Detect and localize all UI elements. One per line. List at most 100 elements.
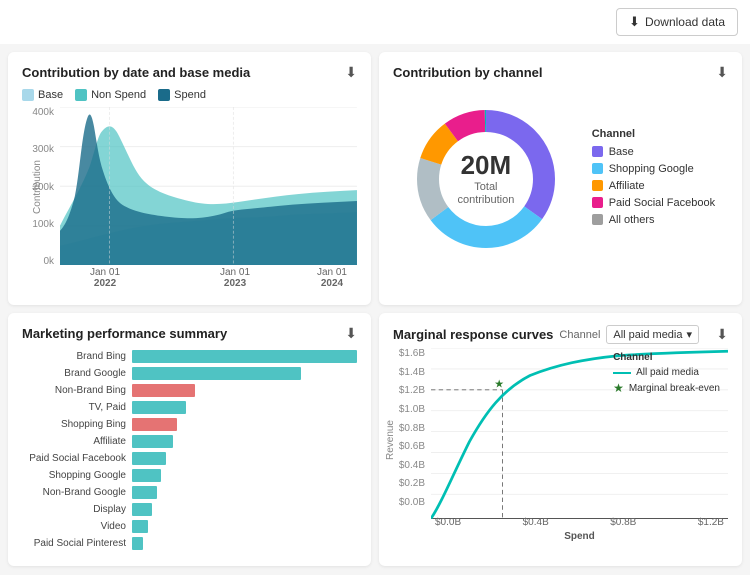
card3-header: Marketing performance summary ⬇ [22, 325, 357, 342]
channel-affiliate-label: Affiliate [609, 180, 645, 192]
channel-all-others: All others [592, 214, 715, 226]
bar-track [132, 401, 357, 414]
channel-shopping-google-label: Shopping Google [609, 163, 694, 175]
svg-text:★: ★ [494, 379, 504, 391]
bar-track [132, 418, 357, 431]
bar-row: Paid Social Pinterest [22, 537, 357, 550]
card1-title: Contribution by date and base media [22, 65, 250, 80]
bar-label: Paid Social Facebook [22, 453, 132, 464]
legend-base-label: Base [38, 89, 63, 101]
download-label: Download data [645, 15, 725, 29]
legend-spend-label: Spend [174, 89, 206, 101]
mrc-header: Marginal response curves Channel All pai… [393, 325, 728, 344]
legend-spend-dot [158, 89, 170, 101]
bar-row: Display [22, 503, 357, 516]
card4-title: Marginal response curves [393, 327, 553, 342]
yaxis-1.0b: $1.0B [399, 404, 425, 415]
mrc-break-even-label: Marginal break-even [629, 383, 720, 394]
xaxis-2024: Jan 01 2024 [317, 267, 347, 289]
bar-row: Paid Social Facebook [22, 452, 357, 465]
bar-row: Brand Google [22, 367, 357, 380]
bar-track [132, 350, 357, 363]
channel-value: All paid media [613, 329, 682, 341]
xaxis-2024-year: 2024 [317, 278, 347, 289]
bar-label: Non-Brand Google [22, 487, 132, 498]
bar-track [132, 503, 357, 516]
xaxis-2024-jan: Jan 01 [317, 267, 347, 278]
bar-label: Display [22, 504, 132, 515]
legend-base: Base [22, 89, 63, 101]
yaxis-300k: 300k [32, 144, 54, 155]
mrc-legend-star: ★ Marginal break-even [613, 381, 720, 395]
yaxis-0.8b: $0.8B [399, 423, 425, 434]
mrc-chart-area: $1.6B $1.4B $1.2B $1.0B $0.8B $0.6B $0.4… [393, 348, 728, 528]
channel-label: Channel [559, 329, 600, 341]
card-marginal-response: Marginal response curves Channel All pai… [379, 313, 742, 566]
bar-label: Paid Social Pinterest [22, 538, 132, 549]
download-data-button[interactable]: ⬇ Download data [616, 8, 738, 36]
channel-base: Base [592, 146, 715, 158]
card-marketing-performance: Marketing performance summary ⬇ Brand Bi… [8, 313, 371, 566]
yaxis-400k: 400k [32, 107, 54, 118]
legend-nonspend-label: Non Spend [91, 89, 146, 101]
card1-header: Contribution by date and base media ⬇ [22, 64, 357, 81]
bar-track [132, 452, 357, 465]
card-contribution-by-date: Contribution by date and base media ⬇ Ba… [8, 52, 371, 305]
bar-label: Shopping Google [22, 470, 132, 481]
channel-others-dot [592, 214, 603, 225]
bar-row: TV, Paid [22, 401, 357, 414]
card2-download-icon[interactable]: ⬇ [716, 64, 728, 81]
channel-others-label: All others [609, 214, 655, 226]
bar-row: Brand Bing [22, 350, 357, 363]
yaxis-1.4b: $1.4B [399, 367, 425, 378]
channel-affiliate-dot [592, 180, 603, 191]
card4-download-icon[interactable]: ⬇ [716, 326, 728, 343]
donut-value: 20M [446, 150, 526, 181]
channel-legend-title: Channel [592, 128, 715, 140]
card1-download-icon[interactable]: ⬇ [345, 64, 357, 81]
mrc-all-paid-label: All paid media [636, 367, 699, 378]
bar-row: Video [22, 520, 357, 533]
top-bar: ⬇ Download data [0, 0, 750, 44]
card3-download-icon[interactable]: ⬇ [345, 325, 357, 342]
channel-base-label: Base [609, 146, 634, 158]
yaxis-0.4b: $0.4B [399, 460, 425, 471]
xaxis-2022-year: 2022 [90, 278, 120, 289]
mrc-legend-line: All paid media [613, 367, 720, 378]
mrc-xaxis: $0.0B $0.4B $0.8B $1.2B [431, 508, 728, 528]
yaxis-0.2b: $0.2B [399, 478, 425, 489]
chevron-down-icon: ▾ [686, 328, 692, 341]
xaxis-0b: $0.0B [435, 517, 461, 528]
mrc-title-row: Marginal response curves Channel All pai… [393, 325, 699, 344]
bar-track [132, 367, 357, 380]
yaxis-1.2b: $1.2B [399, 385, 425, 396]
yaxis-1.6b: $1.6B [399, 348, 425, 359]
bar-row: Shopping Google [22, 469, 357, 482]
bar-label: TV, Paid [22, 402, 132, 413]
bar-fill [132, 452, 166, 465]
bar-fill [132, 435, 173, 448]
bar-track [132, 537, 357, 550]
bar-label: Video [22, 521, 132, 532]
bar-label: Brand Google [22, 368, 132, 379]
card-contribution-by-channel: Contribution by channel ⬇ [379, 52, 742, 305]
channel-psf-label: Paid Social Facebook [609, 197, 715, 209]
bar-fill [132, 520, 148, 533]
donut-center: 20M Total contribution [446, 150, 526, 208]
star-icon: ★ [613, 381, 624, 395]
bar-label: Non-Brand Bing [22, 385, 132, 396]
legend-base-dot [22, 89, 34, 101]
contribution-y-label: Contribution [32, 160, 43, 214]
bar-fill [132, 401, 186, 414]
bar-track [132, 469, 357, 482]
mrc-line-icon [613, 372, 631, 374]
xaxis-0.8b: $0.8B [610, 517, 636, 528]
dashboard: Contribution by date and base media ⬇ Ba… [0, 44, 750, 574]
mrc-x-title: Spend [431, 531, 728, 542]
xaxis-1.2b: $1.2B [698, 517, 724, 528]
legend-nonspend-dot [75, 89, 87, 101]
bar-chart: Brand Bing Brand Google Non-Brand Bing TV, … [22, 350, 357, 550]
bar-fill [132, 418, 177, 431]
bar-fill [132, 384, 195, 397]
channel-selector[interactable]: All paid media ▾ [606, 325, 699, 344]
